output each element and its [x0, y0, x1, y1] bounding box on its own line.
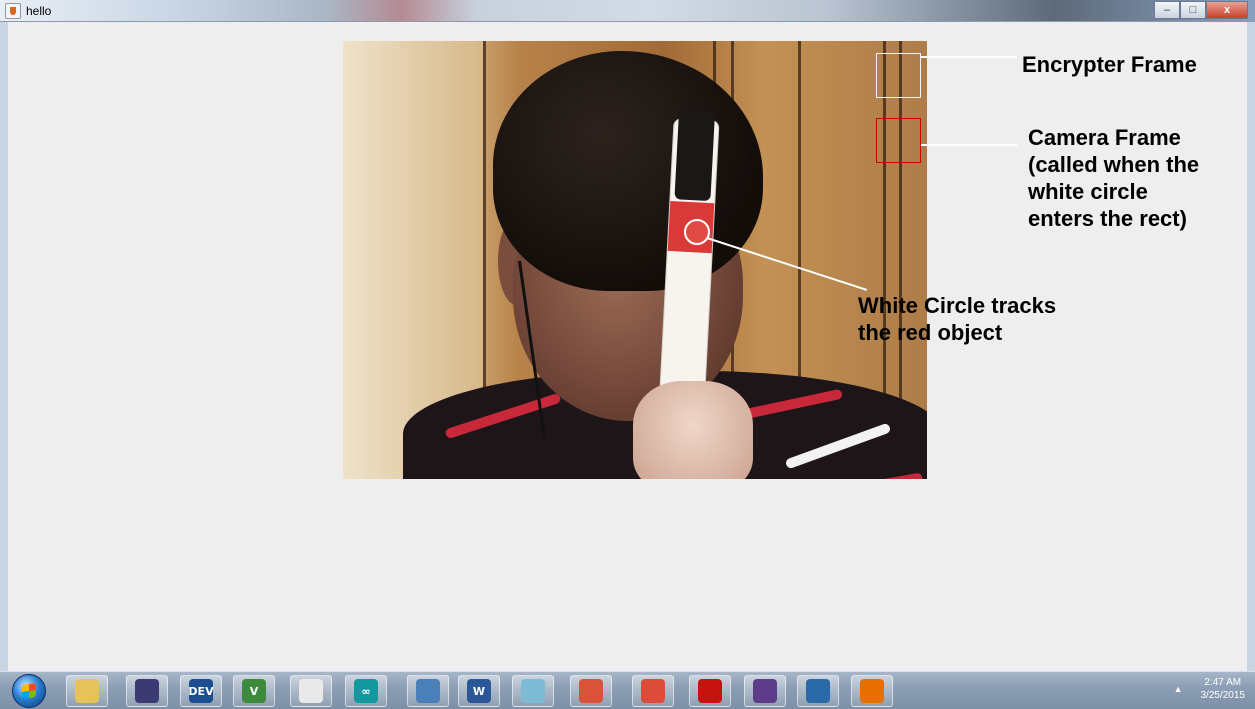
taskbar-button[interactable]: [290, 675, 332, 707]
camera-frame-line-3: white circle: [1028, 179, 1148, 204]
taskbar-button[interactable]: DEV: [180, 675, 222, 707]
taskbar-button[interactable]: [126, 675, 168, 707]
glass-icon: [521, 679, 545, 703]
paint-icon: [579, 679, 603, 703]
java-icon: [860, 679, 884, 703]
taskbar-button[interactable]: ∞: [345, 675, 387, 707]
taskbar-button[interactable]: W: [458, 675, 500, 707]
acrobat-icon: [698, 679, 722, 703]
camera-frame-rect: [876, 118, 921, 163]
taskbar-button[interactable]: [66, 675, 108, 707]
java-app-icon: [5, 3, 21, 19]
taskbar-button[interactable]: [797, 675, 839, 707]
camera-leader-line: [921, 144, 1017, 146]
start-button[interactable]: [12, 674, 46, 708]
taskbar-button[interactable]: [851, 675, 893, 707]
person-hand: [633, 381, 753, 479]
taskbar-button[interactable]: [689, 675, 731, 707]
taskbar-button[interactable]: [407, 675, 449, 707]
devcpp-icon: DEV: [188, 679, 214, 703]
window-title-bar[interactable]: hello – □ x: [0, 0, 1255, 22]
person-hair: [493, 51, 763, 291]
virtualbox-icon: [806, 679, 830, 703]
white-circle-label: White Circle tracks the red object: [858, 292, 1056, 346]
window-controls: – □ x: [1154, 1, 1248, 19]
taskbar: DEV V ∞ W ▲ 2:47 AM 3/25/2015: [0, 671, 1255, 709]
system-tray: ▲ 2:47 AM 3/25/2015: [1174, 676, 1245, 702]
taskbar-button[interactable]: [512, 675, 554, 707]
plotter-icon: [299, 679, 323, 703]
chrome-icon: [641, 679, 665, 703]
taskbar-button[interactable]: [570, 675, 612, 707]
python-icon: [416, 679, 440, 703]
tray-expand-icon[interactable]: ▲: [1174, 684, 1183, 694]
clock-date: 3/25/2015: [1200, 690, 1246, 701]
taskbar-button[interactable]: V: [233, 675, 275, 707]
eclipse-icon: [135, 679, 159, 703]
camera-frame-label: Camera Frame (called when the white circ…: [1028, 124, 1199, 232]
camera-frame-line-1: Camera Frame: [1028, 125, 1181, 150]
encrypter-leader-line: [921, 56, 1017, 58]
close-button[interactable]: x: [1206, 1, 1248, 19]
encrypter-frame-label: Encrypter Frame: [1022, 52, 1197, 77]
taskbar-button[interactable]: [744, 675, 786, 707]
tracking-circle-icon: [684, 219, 710, 245]
windows-explorer-icon: [75, 679, 99, 703]
vs-icon: V: [242, 679, 266, 703]
camera-frame-line-4: enters the rect): [1028, 206, 1187, 231]
minimize-button[interactable]: –: [1154, 1, 1180, 19]
encrypter-frame-rect: [876, 53, 921, 98]
window-title: hello: [26, 4, 52, 18]
white-circle-line-2: the red object: [858, 320, 1003, 345]
maximize-button[interactable]: □: [1180, 1, 1206, 19]
clock-time: 2:47 AM: [1204, 677, 1242, 688]
camera-view: [343, 41, 927, 479]
white-circle-line-1: White Circle tracks: [858, 293, 1057, 318]
camera-frame-line-2: (called when the: [1028, 152, 1200, 177]
word-icon: W: [467, 679, 491, 703]
arduino-icon: ∞: [354, 679, 378, 703]
cat-icon: [753, 679, 777, 703]
taskbar-button[interactable]: [632, 675, 674, 707]
clock[interactable]: 2:47 AM 3/25/2015: [1201, 676, 1246, 702]
